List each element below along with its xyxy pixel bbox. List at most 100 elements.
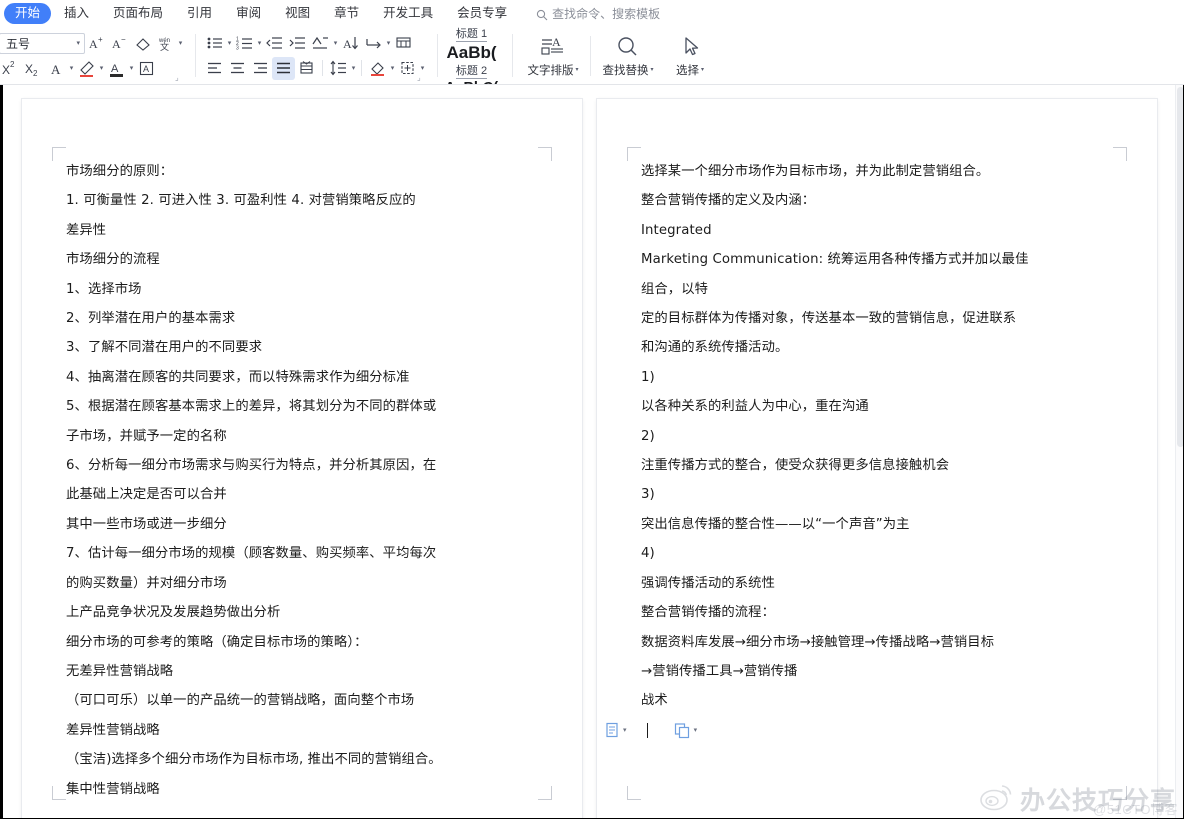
grow-font-button[interactable]: A+ bbox=[85, 32, 108, 55]
paste-options-icon[interactable]: ▾ bbox=[674, 716, 698, 745]
doc-line: 细分市场的可参考的策略（确定目标市场的策略）： bbox=[66, 628, 538, 657]
svg-text:−: − bbox=[121, 35, 126, 44]
command-search-box[interactable]: 查找命令、搜索模板 bbox=[536, 5, 660, 22]
doc-line: 整合营销传播的流程： bbox=[641, 598, 1113, 627]
numbered-list-caret[interactable] bbox=[256, 32, 263, 55]
document-page-2[interactable]: 选择某一个细分市场作为目标市场，并为此制定营销组合。 整合营销传播的定义及内涵：… bbox=[597, 99, 1157, 819]
align-left-icon[interactable] bbox=[203, 57, 226, 80]
doc-line: 5、根据潜在顾客基本需求上的差异，将其划分为不同的群体或 bbox=[66, 392, 538, 421]
document-canvas[interactable]: 市场细分的原则： 1. 可衡量性 2. 可进入性 3. 可盈利性 4. 对营销策… bbox=[0, 85, 1184, 819]
tab-view[interactable]: 视图 bbox=[274, 3, 321, 24]
font-color-caret[interactable] bbox=[128, 57, 135, 80]
style-item-heading-1[interactable]: AaBb 标题 1 bbox=[443, 27, 500, 43]
doc-line: 2、列举潜在用户的基本需求 bbox=[66, 304, 538, 333]
search-icon bbox=[536, 9, 548, 21]
align-right-icon[interactable] bbox=[249, 57, 272, 80]
tab-section[interactable]: 章节 bbox=[323, 3, 370, 24]
multilevel-list-caret[interactable] bbox=[332, 32, 339, 55]
doc-line: 战术 bbox=[641, 686, 1113, 715]
shading-caret[interactable] bbox=[389, 57, 396, 80]
document-page-1[interactable]: 市场细分的原则： 1. 可衡量性 2. 可进入性 3. 可盈利性 4. 对营销策… bbox=[22, 99, 582, 819]
text-highlight-button[interactable] bbox=[75, 57, 98, 80]
doc-line: 整合营销传播的定义及内涵： bbox=[641, 186, 1113, 215]
text-layout-button[interactable]: A 文字排版▾ bbox=[522, 31, 584, 81]
doc-line: 注重传播方式的整合，使受众获得更多信息接触机会 bbox=[641, 451, 1113, 480]
highlight-color-caret[interactable] bbox=[98, 57, 105, 80]
paragraph-group-row-1: 123 A bbox=[203, 31, 426, 56]
doc-line: 市场细分的原则： bbox=[66, 157, 538, 186]
multilevel-list-icon[interactable] bbox=[309, 32, 332, 55]
svg-text:3: 3 bbox=[236, 46, 239, 52]
subscript-button[interactable]: X2 bbox=[22, 57, 45, 80]
tab-page-layout[interactable]: 页面布局 bbox=[102, 3, 174, 24]
shading-icon[interactable] bbox=[366, 57, 389, 80]
doc-line: Marketing Communication: 统筹运用各种传播方式并加以最佳 bbox=[641, 245, 1113, 274]
margin-marker-top-left bbox=[52, 147, 66, 161]
find-replace-button[interactable]: 查找替换▾ bbox=[597, 31, 659, 81]
doc-line: 数据资料库发展→细分市场→接触管理→传播战略→营销目标 bbox=[641, 628, 1113, 657]
doc-line: 强调传播活动的系统性 bbox=[641, 569, 1113, 598]
svg-text:+: + bbox=[98, 35, 103, 44]
vertical-scrollbar-thumb[interactable] bbox=[1177, 87, 1184, 447]
character-shading-button[interactable]: A bbox=[135, 57, 158, 80]
doc-line: 子市场，并赋予一定的名称 bbox=[66, 422, 538, 451]
margin-marker-bottom-left bbox=[627, 786, 641, 800]
svg-text:2: 2 bbox=[33, 69, 38, 77]
margin-marker-bottom-left bbox=[52, 786, 66, 800]
clear-formatting-button[interactable] bbox=[131, 32, 154, 55]
doc-line: 4、抽离潜在顾客的共同要求，而以特殊需求作为细分标准 bbox=[66, 363, 538, 392]
tab-insert[interactable]: 插入 bbox=[53, 3, 100, 24]
page-1-body[interactable]: 市场细分的原则： 1. 可衡量性 2. 可进入性 3. 可盈利性 4. 对营销策… bbox=[66, 157, 538, 804]
show-marks-icon[interactable] bbox=[362, 32, 385, 55]
numbered-list-icon[interactable]: 123 bbox=[233, 32, 256, 55]
tab-start[interactable]: 开始 bbox=[4, 3, 51, 24]
font-dialog-launcher[interactable]: ⌟ bbox=[175, 74, 183, 82]
font-size-input[interactable]: 五号 ▾ bbox=[0, 33, 85, 54]
page-2-body[interactable]: 选择某一个细分市场作为目标市场，并为此制定营销组合。 整合营销传播的定义及内涵：… bbox=[641, 157, 1113, 745]
style-item-heading-2[interactable]: AaBb( 标题 2 bbox=[443, 43, 500, 80]
align-center-icon[interactable] bbox=[226, 57, 249, 80]
chevron-down-icon: ▾ bbox=[694, 716, 698, 745]
font-color-button[interactable]: A bbox=[105, 57, 128, 80]
style-name: 标题 2 bbox=[456, 65, 487, 79]
distribute-icon[interactable] bbox=[295, 57, 318, 80]
doc-line: （宝洁)选择多个细分市场作为目标市场, 推出不同的营销组合。 bbox=[66, 745, 538, 774]
paragraph-divider-2 bbox=[361, 60, 362, 76]
vertical-scrollbar[interactable] bbox=[1175, 85, 1184, 819]
tab-review[interactable]: 审阅 bbox=[225, 3, 272, 24]
show-marks-caret[interactable] bbox=[385, 32, 392, 55]
paragraph-layout-icon[interactable] bbox=[392, 32, 415, 55]
pinyin-guide-button[interactable]: wén文 bbox=[154, 32, 177, 55]
character-border-button[interactable]: A bbox=[45, 57, 68, 80]
tab-member-exclusive[interactable]: 会员专享 bbox=[446, 3, 518, 24]
pinyin-dropdown-caret[interactable] bbox=[177, 32, 184, 55]
bullet-list-icon[interactable] bbox=[203, 32, 226, 55]
increase-indent-icon[interactable] bbox=[286, 32, 309, 55]
margin-marker-top-right bbox=[538, 147, 552, 161]
tool-label-text: 查找替换 bbox=[602, 62, 648, 78]
page-options-icon[interactable]: ▾ bbox=[605, 716, 627, 745]
superscript-button[interactable]: X2 bbox=[0, 57, 22, 80]
svg-text:2: 2 bbox=[10, 60, 15, 69]
paragraph-dialog-launcher[interactable]: ⌟ bbox=[417, 74, 425, 82]
align-justify-icon[interactable] bbox=[272, 57, 295, 80]
line-spacing-caret[interactable] bbox=[350, 57, 357, 80]
command-search-placeholder: 查找命令、搜索模板 bbox=[552, 5, 660, 22]
svg-text:A: A bbox=[143, 64, 149, 74]
tab-references[interactable]: 引用 bbox=[176, 3, 223, 24]
window-left-edge bbox=[0, 27, 3, 819]
doc-line: 和沟通的系统传播活动。 bbox=[641, 333, 1113, 362]
character-border-caret[interactable] bbox=[68, 57, 75, 80]
borders-icon[interactable] bbox=[396, 57, 419, 80]
doc-line: （可口可乐）以单一的产品统一的营销战略，面向整个市场 bbox=[66, 686, 538, 715]
doc-line: 以各种关系的利益人为中心，重在沟通 bbox=[641, 392, 1113, 421]
line-spacing-icon[interactable] bbox=[327, 57, 350, 80]
doc-line: 3) bbox=[641, 480, 1113, 509]
shrink-font-button[interactable]: A− bbox=[108, 32, 131, 55]
bullet-list-caret[interactable] bbox=[226, 32, 233, 55]
tab-developer-tools[interactable]: 开发工具 bbox=[372, 3, 444, 24]
decrease-indent-icon[interactable] bbox=[263, 32, 286, 55]
style-item-heading-3[interactable]: AaBbC( 标题 3 bbox=[443, 80, 500, 86]
select-button[interactable]: 选择▾ bbox=[659, 31, 721, 81]
sort-icon[interactable]: A bbox=[339, 32, 362, 55]
